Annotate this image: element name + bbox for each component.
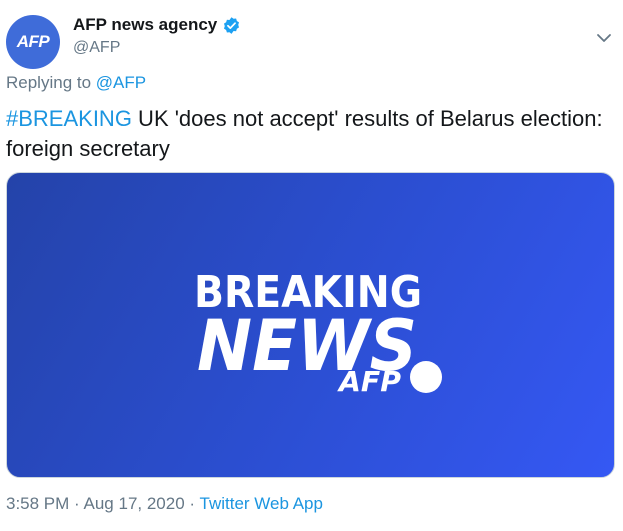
author-name-row: AFP news agency xyxy=(73,15,241,35)
tweet-text: #BREAKING UK 'does not accept' results o… xyxy=(6,104,606,164)
chevron-down-icon[interactable] xyxy=(596,32,612,44)
avatar[interactable]: AFP xyxy=(6,15,60,69)
replying-to-label: Replying to xyxy=(6,73,92,92)
author-display-name[interactable]: AFP news agency xyxy=(73,15,217,35)
tweet: AFP AFP news agency @AFP Replying to @AF… xyxy=(0,0,623,531)
replying-to-mention[interactable]: @AFP xyxy=(96,73,146,92)
hashtag-link[interactable]: #BREAKING xyxy=(6,106,132,131)
graphic-brand-dot xyxy=(410,361,442,393)
graphic-brand-afp: AFP xyxy=(337,365,401,398)
author-handle[interactable]: @AFP xyxy=(73,39,120,57)
tweet-time[interactable]: 3:58 PM xyxy=(6,494,69,513)
meta-separator-2: · xyxy=(189,494,196,513)
tweet-meta: 3:58 PM · Aug 17, 2020 · Twitter Web App xyxy=(6,494,323,514)
media-card[interactable]: BREAKING NEWS AFP xyxy=(6,172,615,478)
meta-separator-1: · xyxy=(74,494,80,513)
breaking-news-graphic: BREAKING NEWS AFP xyxy=(194,267,442,398)
replying-to-line: Replying to @AFP xyxy=(6,73,146,93)
tweet-source-link[interactable]: Twitter Web App xyxy=(200,494,323,513)
tweet-date[interactable]: Aug 17, 2020 xyxy=(84,494,185,513)
avatar-logo-text: AFP xyxy=(16,32,50,51)
verified-badge-icon xyxy=(224,16,240,34)
